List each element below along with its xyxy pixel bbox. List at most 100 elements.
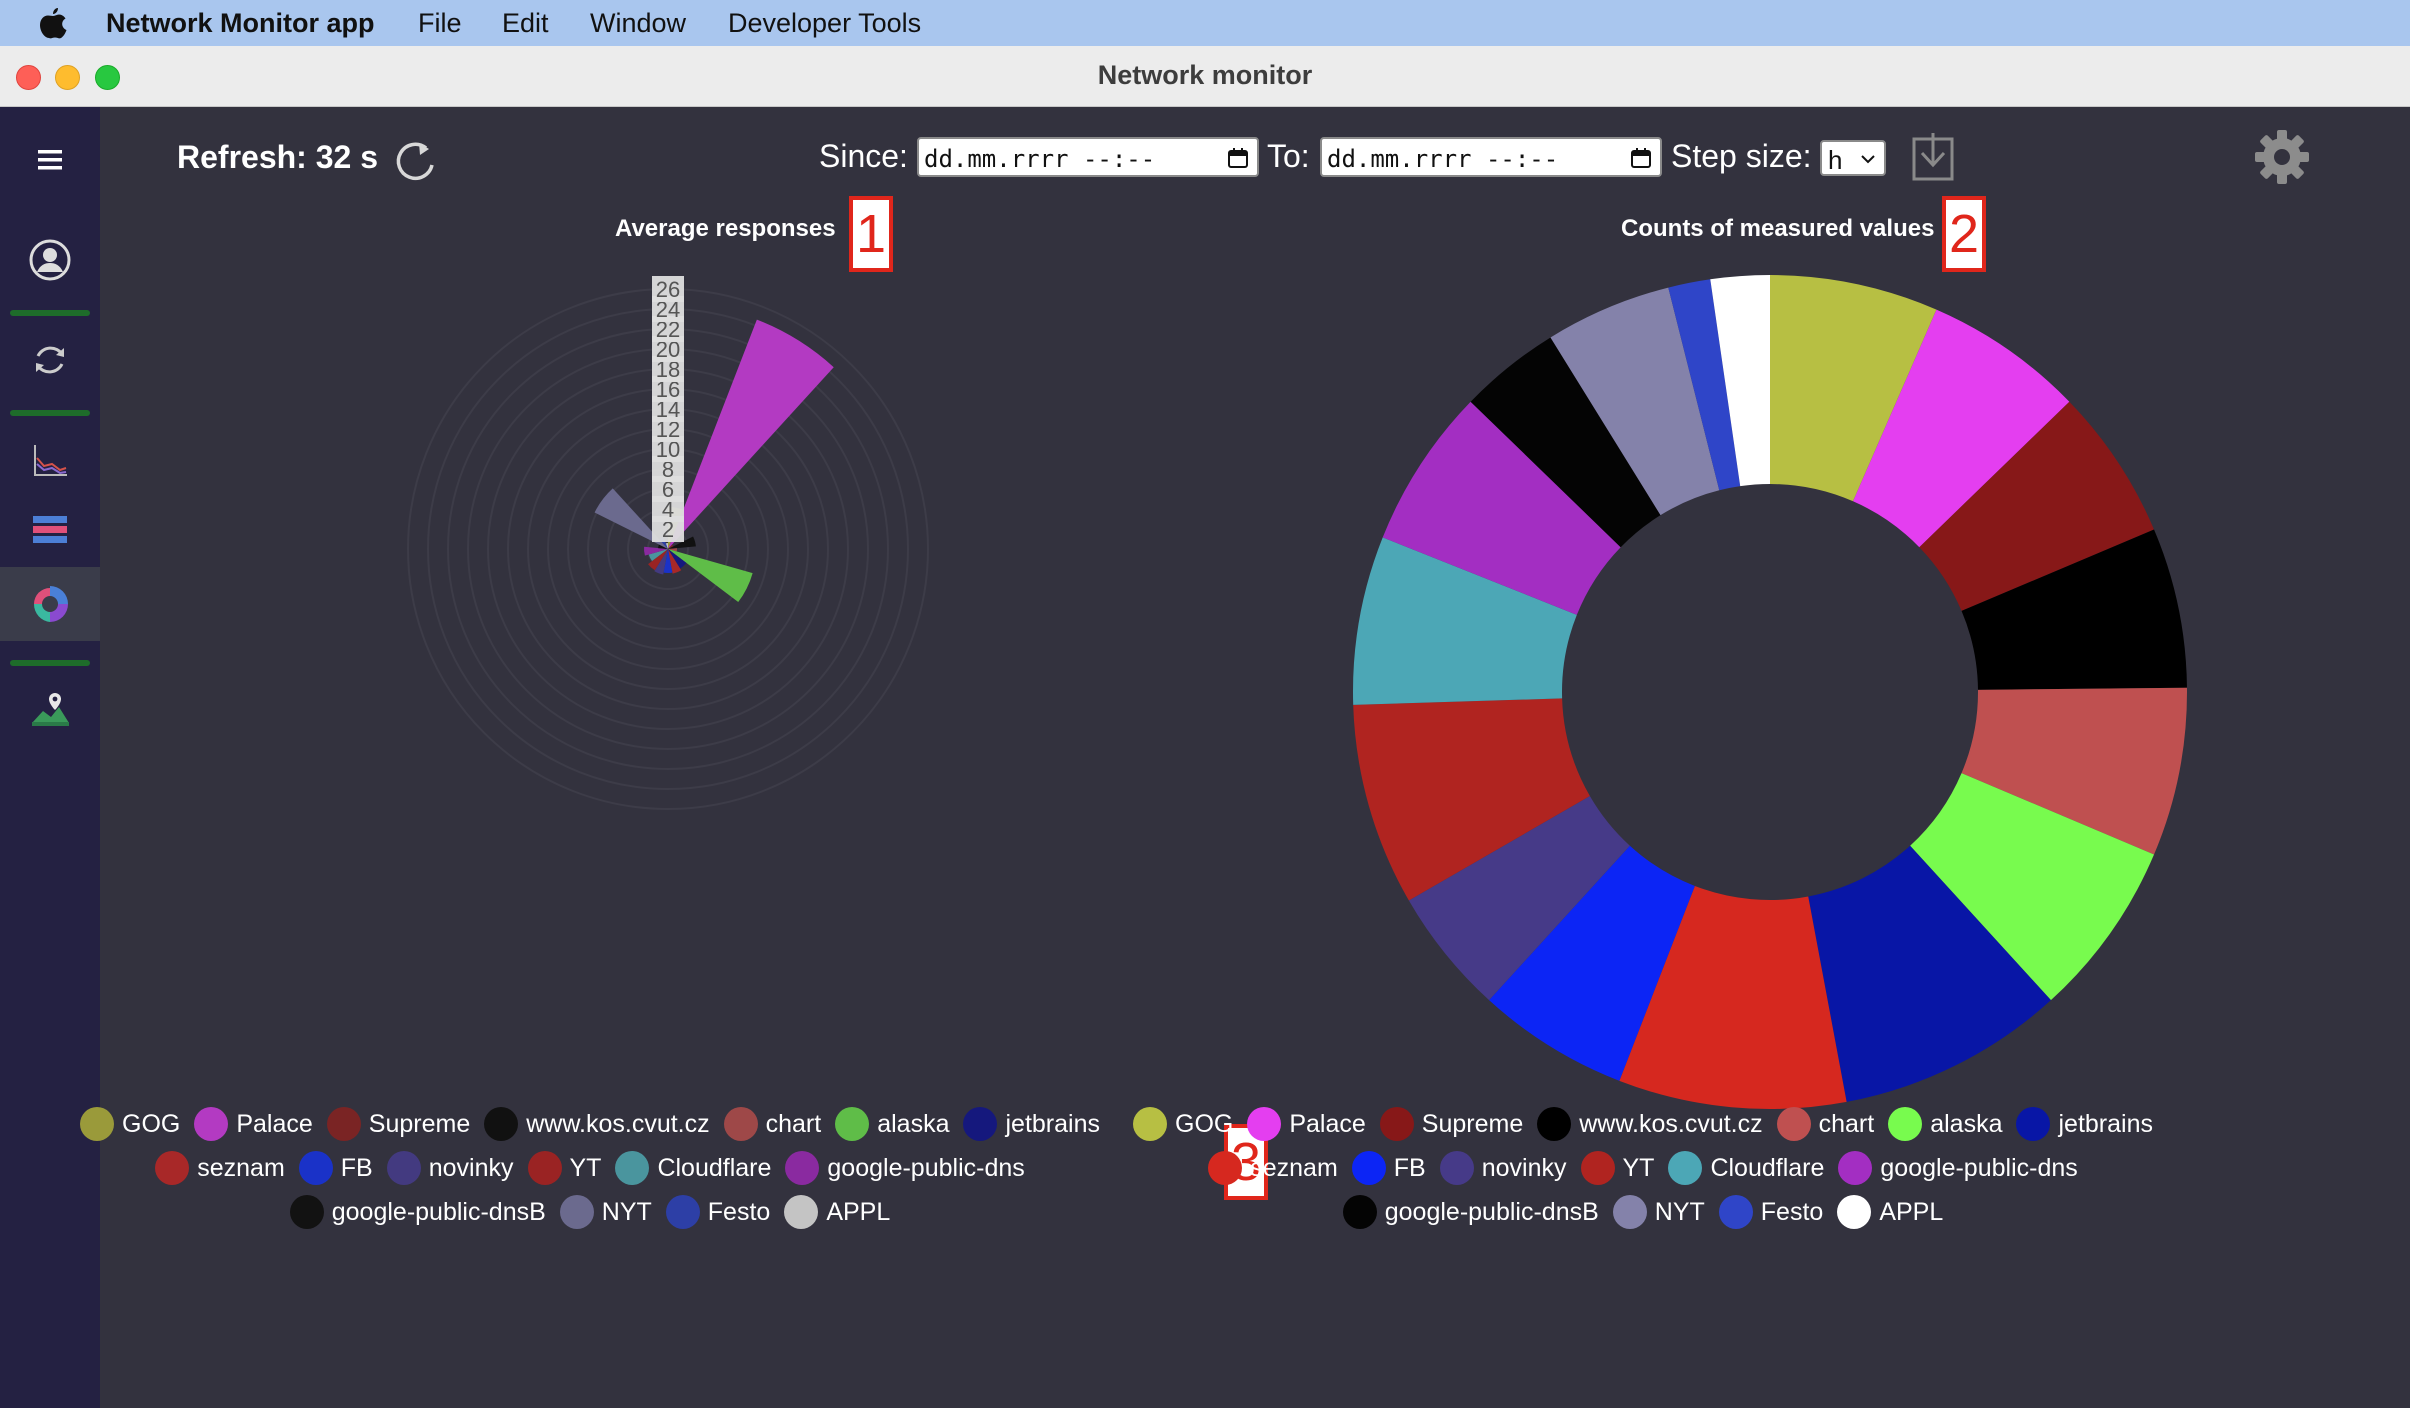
main-content: Refresh: 32 s Since: dd.mm.rrrr --:-- To… <box>80 107 2410 1408</box>
legend-label: Palace <box>1289 1109 1366 1138</box>
doughnut-legend-item-gog[interactable]: GOG <box>1133 1107 1233 1141</box>
polar-legend-item-yt[interactable]: YT <box>527 1151 601 1185</box>
annotation-badge-1: 1 <box>849 196 893 272</box>
polar-legend-item-jetbrains[interactable]: jetbrains <box>963 1107 1100 1141</box>
settings-gear-icon[interactable] <box>2252 127 2312 187</box>
doughnut-legend-item-alaska[interactable]: alaska <box>1888 1107 2002 1141</box>
legend-swatch <box>1342 1195 1377 1229</box>
legend-label: YT <box>1622 1153 1655 1182</box>
polar-area-chart[interactable]: 2468101214161820222426 <box>300 267 1150 1037</box>
legend-swatch <box>1668 1151 1703 1185</box>
legend-label: www.kos.cvut.cz <box>526 1109 710 1138</box>
doughnut-legend-item-google-public-dns[interactable]: google-public-dns <box>1838 1151 2078 1185</box>
since-label: Since: <box>819 138 908 174</box>
doughnut-legend-item-nyt[interactable]: NYT <box>1612 1195 1705 1229</box>
polar-legend-item-alaska[interactable]: alaska <box>835 1107 949 1141</box>
sidebar-separator <box>10 410 90 416</box>
legend-swatch <box>1776 1107 1811 1141</box>
doughnut-legend-item-jetbrains[interactable]: jetbrains <box>2016 1107 2153 1141</box>
polar-legend-item-www-kos-cvut-cz[interactable]: www.kos.cvut.cz <box>484 1107 710 1141</box>
doughnut-legend-item-cloudflare[interactable]: Cloudflare <box>1668 1151 1824 1185</box>
refresh-icon[interactable] <box>392 137 438 183</box>
legend-row: seznam FB novinky YT Cloudflare google-public… <box>1093 1151 2193 1185</box>
polar-segment-palace[interactable] <box>668 319 834 549</box>
doughnut-legend-item-seznam[interactable]: seznam <box>1208 1151 1338 1185</box>
polar-legend-item-appl[interactable]: APPL <box>784 1195 890 1229</box>
polar-legend-item-seznam[interactable]: seznam <box>155 1151 285 1185</box>
sidebar-item-map[interactable] <box>12 675 88 745</box>
doughnut-legend-item-supreme[interactable]: Supreme <box>1379 1107 1523 1141</box>
legend-label: Festo <box>1760 1197 1824 1226</box>
to-datetime-input[interactable]: dd.mm.rrrr --:-- <box>1320 137 1662 177</box>
doughnut-legend-item-fb[interactable]: FB <box>1351 1151 1426 1185</box>
doughnut-legend-item-chart[interactable]: chart <box>1776 1107 1874 1141</box>
legend-swatch <box>559 1195 594 1229</box>
legend-swatch <box>835 1107 870 1141</box>
doughnut-chart-title: Counts of measured values <box>1621 215 1935 242</box>
doughnut-legend-item-novinky[interactable]: novinky <box>1439 1151 1567 1185</box>
legend-label: GOG <box>122 1109 181 1138</box>
legend-swatch <box>484 1107 519 1141</box>
sidebar-item-line-chart[interactable] <box>12 425 88 495</box>
step-size-select[interactable]: h <box>1820 140 1886 176</box>
legend-swatch <box>1379 1107 1414 1141</box>
polar-legend-item-cloudflare[interactable]: Cloudflare <box>615 1151 771 1185</box>
chevron-down-icon <box>1861 155 1875 164</box>
doughnut-legend-item-google-public-dnsb[interactable]: google-public-dnsB <box>1342 1195 1599 1229</box>
polar-legend-item-google-public-dnsb[interactable]: google-public-dnsB <box>289 1195 546 1229</box>
doughnut-legend-item-www-kos-cvut-cz[interactable]: www.kos.cvut.cz <box>1537 1107 1763 1141</box>
download-icon[interactable] <box>1910 133 1956 183</box>
sync-icon <box>36 346 64 374</box>
polar-segment-alaska[interactable] <box>668 549 753 603</box>
r-tick-label: 26 <box>652 276 684 302</box>
legend-row: google-public-dnsB NYT Festo APPL <box>1093 1195 2193 1229</box>
legend-row: seznam FB novinky YT Cloudflare google-public… <box>40 1151 1140 1185</box>
legend-label: Festo <box>707 1197 771 1226</box>
legend-label: GOG <box>1175 1109 1234 1138</box>
legend-swatch <box>1133 1107 1167 1141</box>
polar-legend-item-gog[interactable]: GOG <box>80 1107 180 1141</box>
window-title: Network monitor <box>1097 60 1313 90</box>
sidebar-item-bar-chart[interactable] <box>12 495 88 565</box>
calendar-icon[interactable] <box>1227 147 1249 169</box>
legend-row: GOG Palace Supreme www.kos.cvut.cz chart alas… <box>40 1107 1140 1141</box>
hamburger-menu-button[interactable] <box>12 125 88 195</box>
doughnut-chart[interactable] <box>1330 257 2210 1127</box>
doughnut-legend-item-appl[interactable]: APPL <box>1837 1195 1943 1229</box>
doughnut-legend-item-palace[interactable]: Palace <box>1247 1107 1366 1141</box>
legend-swatch <box>784 1195 819 1229</box>
sidebar-item-user[interactable] <box>12 225 88 295</box>
polar-legend-item-festo[interactable]: Festo <box>665 1195 771 1229</box>
polar-legend-item-novinky[interactable]: novinky <box>386 1151 514 1185</box>
polar-legend-item-chart[interactable]: chart <box>723 1107 821 1141</box>
legend-row: google-public-dnsB NYT Festo APPL <box>40 1195 1140 1229</box>
legend-swatch <box>723 1107 758 1141</box>
doughnut-legend-item-yt[interactable]: YT <box>1580 1151 1655 1185</box>
legend-swatch <box>785 1151 820 1185</box>
legend-label: Palace <box>236 1109 313 1138</box>
legend-label: FB <box>1393 1153 1426 1182</box>
polar-legend-item-google-public-dns[interactable]: google-public-dns <box>785 1151 1025 1185</box>
legend-swatch <box>963 1107 998 1141</box>
polar-legend-item-fb[interactable]: FB <box>298 1151 373 1185</box>
polar-legend-item-supreme[interactable]: Supreme <box>326 1107 470 1141</box>
menu-window[interactable]: Window <box>590 8 686 39</box>
legend-swatch <box>80 1107 114 1141</box>
legend-label: google-public-dnsB <box>331 1197 546 1226</box>
legend-swatch <box>1208 1151 1243 1185</box>
sidebar-item-refresh[interactable] <box>12 325 88 395</box>
polar-legend-item-palace[interactable]: Palace <box>194 1107 313 1141</box>
since-datetime-input[interactable]: dd.mm.rrrr --:-- <box>917 137 1259 177</box>
menu-file[interactable]: File <box>418 8 462 39</box>
menu-developer-tools[interactable]: Developer Tools <box>728 8 921 39</box>
legend-swatch <box>1247 1107 1282 1141</box>
calendar-icon[interactable] <box>1630 147 1652 169</box>
apple-logo-icon[interactable] <box>38 6 68 40</box>
doughnut-legend-item-festo[interactable]: Festo <box>1718 1195 1824 1229</box>
sidebar-item-polar-chart[interactable] <box>0 567 100 641</box>
legend-label: APPL <box>826 1197 891 1226</box>
menu-app-name[interactable]: Network Monitor app <box>106 8 375 39</box>
to-value: dd.mm.rrrr --:-- <box>1327 145 1559 173</box>
polar-legend-item-nyt[interactable]: NYT <box>559 1195 652 1229</box>
menu-edit[interactable]: Edit <box>502 8 549 39</box>
